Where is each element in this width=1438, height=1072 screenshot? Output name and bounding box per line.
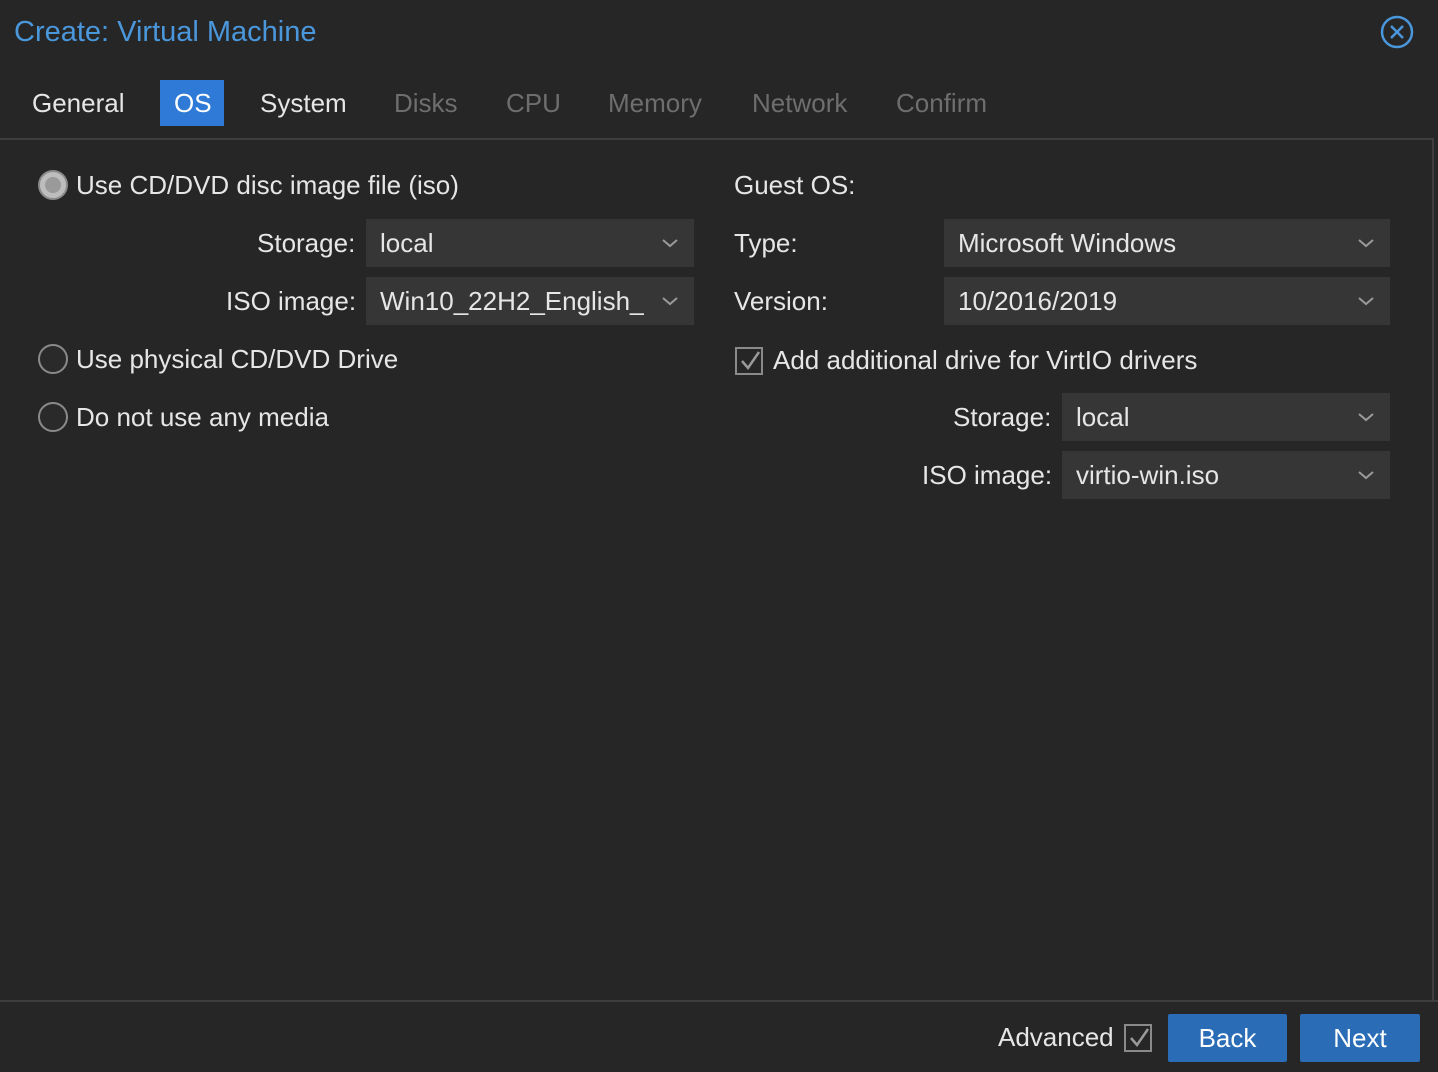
- virtio-storage-label: Storage:: [953, 402, 1052, 432]
- virtio-iso-value: virtio-win.iso: [1076, 460, 1220, 490]
- tab-cpu: CPU: [506, 88, 561, 118]
- radio-button[interactable]: [38, 402, 68, 432]
- virtio-drive-checkbox[interactable]: [735, 346, 763, 375]
- radio-button-checked[interactable]: [38, 170, 68, 200]
- tab-system[interactable]: System: [246, 80, 361, 126]
- checkmark-icon: [741, 350, 761, 370]
- storage-label: Storage:: [257, 228, 356, 258]
- os-version-select[interactable]: 10/2016/2019: [944, 277, 1390, 325]
- iso-image-select[interactable]: Win10_22H2_English_: [366, 277, 694, 325]
- advanced-checkbox[interactable]: [1123, 1023, 1152, 1052]
- dialog-title: Create: Virtual Machine: [14, 16, 317, 48]
- close-icon[interactable]: [1380, 15, 1414, 49]
- chevron-down-icon: [1358, 413, 1374, 422]
- iso-image-value: Win10_22H2_English_: [380, 286, 644, 316]
- dialog-titlebar: Create: Virtual Machine: [0, 0, 1438, 66]
- virtio-drive-checkbox-row[interactable]: Add additional drive for VirtIO drivers: [735, 345, 1197, 376]
- radio-label-use-iso: Use CD/DVD disc image file (iso): [76, 169, 459, 200]
- chevron-down-icon: [1358, 239, 1374, 248]
- chevron-down-icon: [662, 239, 678, 248]
- type-label: Type:: [734, 228, 798, 258]
- storage-value: local: [380, 228, 434, 258]
- radio-button[interactable]: [38, 344, 68, 374]
- os-version-value: 10/2016/2019: [958, 286, 1118, 316]
- tab-os[interactable]: OS: [160, 80, 224, 126]
- virtio-iso-select[interactable]: virtio-win.iso: [1062, 451, 1390, 499]
- tab-divider: [0, 138, 1432, 140]
- chevron-down-icon: [1358, 297, 1374, 306]
- virtio-storage-select[interactable]: local: [1062, 393, 1390, 441]
- advanced-label: Advanced: [998, 1022, 1114, 1052]
- radio-no-media[interactable]: Do not use any media: [38, 399, 329, 435]
- radio-use-physical[interactable]: Use physical CD/DVD Drive: [38, 341, 398, 377]
- guest-os-heading: Guest OS:: [734, 170, 856, 200]
- iso-image-label: ISO image:: [226, 286, 357, 316]
- version-label: Version:: [734, 286, 828, 316]
- virtio-storage-value: local: [1076, 402, 1130, 432]
- chevron-down-icon: [662, 297, 678, 306]
- chevron-down-icon: [1358, 471, 1374, 480]
- os-type-value: Microsoft Windows: [958, 228, 1177, 258]
- os-type-select[interactable]: Microsoft Windows: [944, 219, 1390, 267]
- tab-general[interactable]: General: [18, 80, 139, 126]
- tab-confirm: Confirm: [896, 88, 988, 118]
- advanced-toggle[interactable]: Advanced: [998, 1022, 1152, 1053]
- panel-border: [1432, 138, 1434, 1002]
- wizard-tabs: General OS System Disks CPU Memory Netwo…: [0, 80, 1438, 126]
- checkmark-icon: [1129, 1027, 1149, 1047]
- footer-divider: [0, 1000, 1438, 1002]
- radio-label-no-media: Do not use any media: [76, 401, 329, 432]
- virtio-iso-label: ISO image:: [922, 460, 1053, 490]
- storage-select[interactable]: local: [366, 219, 694, 267]
- tab-network: Network: [752, 88, 848, 118]
- tab-memory: Memory: [608, 88, 702, 118]
- virtio-drive-label: Add additional drive for VirtIO drivers: [773, 345, 1198, 375]
- next-button[interactable]: Next: [1300, 1014, 1420, 1062]
- radio-label-physical: Use physical CD/DVD Drive: [76, 343, 399, 374]
- back-button[interactable]: Back: [1168, 1014, 1287, 1062]
- tab-disks: Disks: [394, 88, 458, 118]
- radio-use-iso[interactable]: Use CD/DVD disc image file (iso): [38, 167, 459, 203]
